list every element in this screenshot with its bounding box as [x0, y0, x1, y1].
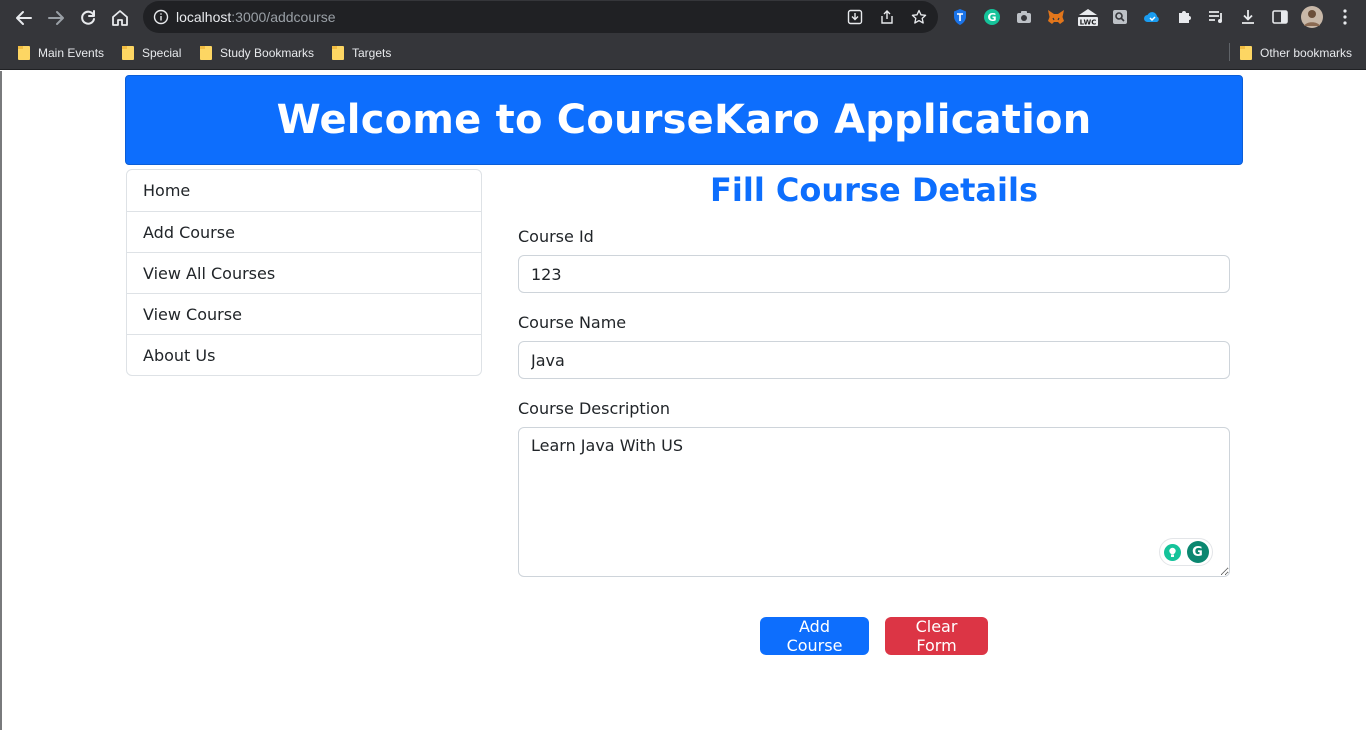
cloud-icon [1144, 12, 1159, 23]
playlist-icon [1209, 11, 1222, 23]
course-id-input[interactable] [518, 255, 1230, 293]
sidebar-item-view-all-courses[interactable]: View All Courses [127, 252, 481, 293]
folder-icon [332, 46, 344, 60]
address-bar[interactable]: localhost:3000/addcourse [143, 1, 938, 33]
clear-form-button[interactable]: Clear Form [885, 617, 988, 655]
bookmark-star-button[interactable] [910, 8, 928, 26]
side-panel-button[interactable] [1270, 7, 1290, 27]
lightbulb-icon[interactable] [1163, 543, 1181, 561]
arrow-right-icon [48, 11, 64, 25]
folder-icon [1240, 46, 1252, 60]
bookmark-study-bookmarks[interactable]: Study Bookmarks [200, 44, 314, 62]
search-extension[interactable] [1110, 7, 1130, 27]
bookmark-label: Other bookmarks [1260, 46, 1353, 60]
shield-extension[interactable] [950, 7, 970, 27]
download-icon [1242, 10, 1254, 24]
share-button[interactable] [878, 8, 896, 26]
browser-toolbar: localhost:3000/addcourse G LWC [0, 0, 1366, 36]
course-name-label: Course Name [518, 313, 627, 332]
reload-icon [81, 10, 95, 25]
info-icon[interactable] [153, 9, 169, 25]
course-id-label: Course Id [518, 227, 594, 246]
bookmark-main-events[interactable]: Main Events [18, 44, 104, 62]
camera-icon [1017, 11, 1031, 23]
page-title: Welcome to CourseKaro Application [276, 97, 1092, 143]
form-title: Fill Course Details [710, 171, 1038, 209]
lwc-label: LWC [1080, 19, 1097, 27]
bookmark-special[interactable]: Special [122, 44, 181, 62]
course-name-input[interactable] [518, 341, 1230, 379]
course-description-textarea[interactable]: Learn Java With US [518, 427, 1230, 577]
page-content: Welcome to CourseKaro Application Home A… [0, 71, 1366, 730]
star-icon [911, 9, 927, 24]
share-icon [881, 10, 893, 24]
grammarly-widget[interactable]: G [1159, 538, 1213, 566]
reading-list-button[interactable] [1206, 7, 1226, 27]
home-icon [112, 10, 128, 26]
grammarly-extension[interactable]: G [982, 7, 1002, 27]
home-button[interactable] [107, 5, 133, 31]
metamask-extension[interactable] [1046, 7, 1066, 27]
bookmark-targets[interactable]: Targets [332, 44, 391, 62]
course-description-label: Course Description [518, 399, 671, 418]
forward-button[interactable] [43, 5, 69, 31]
reload-button[interactable] [75, 5, 101, 31]
sidebar-item-add-course[interactable]: Add Course [127, 211, 481, 252]
kebab-menu-icon [1343, 9, 1347, 25]
avatar-icon [1301, 6, 1323, 28]
install-app-button[interactable] [846, 8, 864, 26]
extensions-button[interactable] [1174, 7, 1194, 27]
camera-extension[interactable] [1014, 7, 1034, 27]
back-button[interactable] [11, 5, 37, 31]
bookmarks-bar: Main Events Special Study Bookmarks Targ… [0, 36, 1366, 70]
url-host: localhost [176, 9, 232, 25]
page-edge [0, 71, 2, 730]
url-text[interactable]: localhost:3000/addcourse [176, 9, 336, 25]
profile-avatar[interactable] [1300, 6, 1324, 28]
bookmark-label: Study Bookmarks [220, 46, 315, 60]
downloads-button[interactable] [1238, 7, 1258, 27]
sidebar-menu: Home Add Course View All Courses View Co… [126, 169, 482, 376]
puzzle-icon [1179, 11, 1191, 23]
url-path: :3000/addcourse [231, 9, 336, 25]
bookmark-other-bookmarks[interactable]: Other bookmarks [1240, 44, 1352, 62]
bookmark-label: Main Events [38, 46, 105, 60]
sidebar-item-view-course[interactable]: View Course [127, 293, 481, 334]
bookmark-label: Targets [352, 46, 392, 60]
grammarly-g-icon: G [984, 9, 1000, 25]
lwc-icon: LWC [1078, 9, 1098, 27]
add-course-button[interactable]: Add Course [760, 617, 869, 655]
shield-icon [954, 9, 966, 25]
magnifier-icon [1113, 10, 1127, 24]
bookmark-label: Special [142, 46, 182, 60]
sidebar-item-about-us[interactable]: About Us [127, 334, 481, 375]
arrow-left-icon [16, 11, 32, 25]
folder-icon [122, 46, 134, 60]
side-panel-icon [1272, 10, 1288, 24]
folder-icon [200, 46, 212, 60]
sidebar-item-home[interactable]: Home [127, 170, 481, 211]
grammarly-logo-icon[interactable]: G [1186, 541, 1209, 563]
install-icon [847, 9, 863, 25]
lwc-extension[interactable]: LWC [1076, 7, 1100, 27]
folder-icon [18, 46, 30, 60]
bookmarks-divider [1229, 43, 1230, 61]
cloud-extension[interactable] [1142, 7, 1162, 27]
header-banner: Welcome to CourseKaro Application [125, 75, 1243, 165]
fox-icon [1048, 10, 1064, 24]
browser-menu-button[interactable] [1335, 7, 1355, 27]
